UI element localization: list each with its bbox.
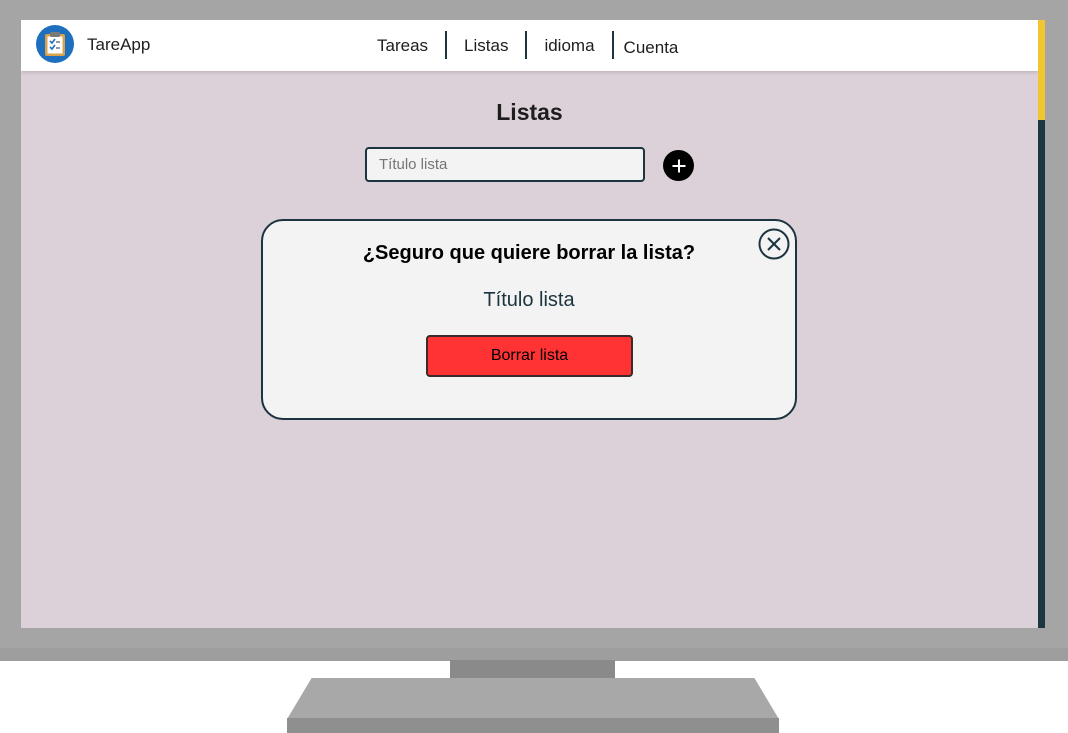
monitor-stand-base-edge bbox=[287, 718, 779, 733]
app-screen: TareApp Tareas Listas idioma Cuenta List… bbox=[21, 20, 1045, 628]
main-nav: Tareas Listas idioma Cuenta bbox=[361, 30, 695, 60]
close-circle-icon[interactable] bbox=[758, 228, 790, 260]
dialog-title: ¿Seguro que quiere borrar la lista? bbox=[362, 242, 696, 264]
clipboard-icon[interactable] bbox=[36, 25, 74, 63]
nav-item-idioma[interactable]: idioma bbox=[527, 31, 614, 59]
list-title-input[interactable] bbox=[365, 147, 645, 182]
scrollbar-thumb[interactable] bbox=[1038, 20, 1045, 120]
delete-list-dialog: ¿Seguro que quiere borrar la lista? Títu… bbox=[261, 219, 797, 420]
plus-circle-icon[interactable] bbox=[663, 150, 694, 181]
monitor-frame: TareApp Tareas Listas idioma Cuenta List… bbox=[0, 0, 1068, 660]
nav-item-tareas[interactable]: Tareas bbox=[361, 31, 448, 59]
delete-list-button[interactable]: Borrar lista bbox=[426, 335, 633, 377]
nav-item-cuenta[interactable]: Cuenta bbox=[614, 31, 696, 59]
page-title: Listas bbox=[496, 99, 563, 125]
app-name: TareApp bbox=[87, 35, 151, 54]
dialog-list-name: Título lista bbox=[483, 289, 575, 311]
navbar: TareApp Tareas Listas idioma Cuenta bbox=[21, 20, 1038, 71]
nav-item-listas[interactable]: Listas bbox=[447, 31, 528, 59]
